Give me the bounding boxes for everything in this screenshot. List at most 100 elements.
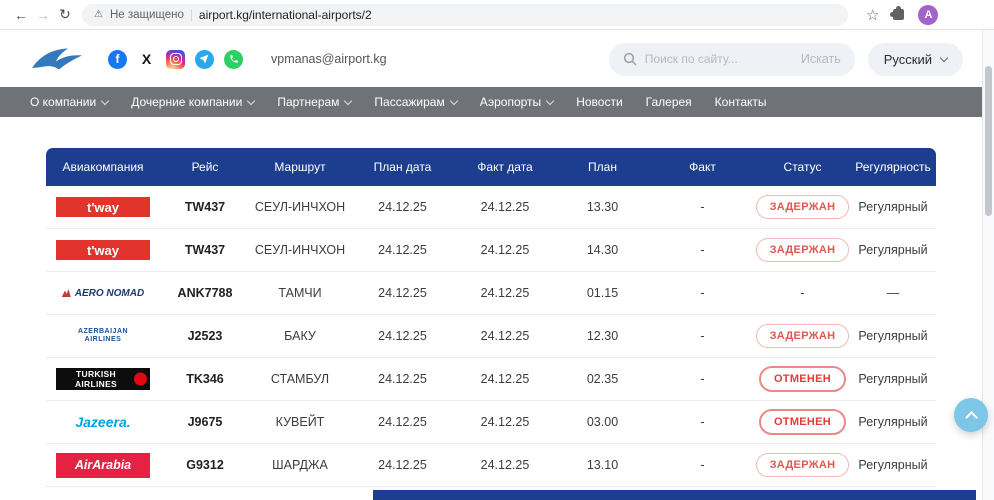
- fact-date: 24.12.25: [455, 415, 555, 429]
- plan-time: 01.15: [555, 286, 650, 300]
- language-selector[interactable]: Русский: [868, 43, 963, 76]
- search-icon: [623, 52, 637, 66]
- nav-label: Контакты: [715, 95, 767, 109]
- security-label: Не защищено: [110, 9, 184, 21]
- plan-date: 24.12.25: [350, 329, 455, 343]
- flight-number: TW437: [160, 243, 250, 257]
- flight-table-body: t'way TW437 СЕУЛ-ИНЧХОН 24.12.25 24.12.2…: [46, 186, 936, 487]
- instagram-icon[interactable]: [166, 50, 185, 69]
- page-url: airport.kg/international-airports/2: [199, 8, 372, 22]
- airline-name: AirArabia: [75, 458, 131, 472]
- nav-item-passengers[interactable]: Пассажирам: [374, 95, 456, 109]
- plan-date: 24.12.25: [350, 286, 455, 300]
- nav-label: Пассажирам: [374, 95, 444, 109]
- status-badge: ОТМЕНЕН: [759, 409, 846, 435]
- status-cell: ЗАДЕРЖАН: [755, 238, 850, 262]
- back-arrow-icon[interactable]: ←: [10, 4, 32, 26]
- airline-name: TURKISH AIRLINES: [56, 369, 136, 389]
- route: БАКУ: [250, 329, 350, 343]
- status-cell: ЗАДЕРЖАН: [755, 195, 850, 219]
- status-cell: ОТМЕНЕН: [755, 366, 850, 392]
- forward-arrow-icon[interactable]: →: [32, 4, 54, 26]
- plan-time: 13.30: [555, 200, 650, 214]
- whatsapp-icon[interactable]: [224, 50, 243, 69]
- airline-logo: TURKISH AIRLINES: [56, 368, 150, 390]
- search-input[interactable]: [645, 52, 793, 66]
- column-header-regularity: Регулярность: [850, 160, 936, 174]
- column-header-airline: Авиакомпания: [46, 160, 160, 174]
- facebook-icon[interactable]: f: [108, 50, 127, 69]
- flight-schedule-table: Авиакомпания Рейс Маршрут План дата Факт…: [46, 148, 936, 487]
- regularity: Регулярный: [850, 415, 936, 429]
- nav-item-news[interactable]: Новости: [576, 95, 622, 109]
- fact-date: 24.12.25: [455, 243, 555, 257]
- nav-item-subsidiaries[interactable]: Дочерние компании: [131, 95, 254, 109]
- airport-logo-bird-icon[interactable]: [30, 45, 84, 73]
- column-header-status: Статус: [755, 160, 850, 174]
- fact-date: 24.12.25: [455, 372, 555, 386]
- fact-time: -: [650, 243, 755, 257]
- status-badge: ОТМЕНЕН: [759, 366, 846, 392]
- flight-row: Azerbaijan Airlines J2523 БАКУ 24.12.25 …: [46, 315, 936, 358]
- plan-date: 24.12.25: [350, 458, 455, 472]
- social-icons: f X: [108, 50, 243, 69]
- status-badge: ЗАДЕРЖАН: [756, 453, 850, 477]
- fact-time: -: [650, 415, 755, 429]
- phone-icon: [229, 54, 239, 64]
- reload-icon[interactable]: ↻: [54, 4, 76, 26]
- nav-item-contacts[interactable]: Контакты: [715, 95, 767, 109]
- column-header-fact-time: Факт: [650, 160, 755, 174]
- regularity: —: [850, 286, 936, 300]
- nav-label: Партнерам: [277, 95, 339, 109]
- status-badge: ЗАДЕРЖАН: [756, 195, 850, 219]
- flight-row: TURKISH AIRLINES TK346 СТАМБУЛ 24.12.25 …: [46, 358, 936, 401]
- chevron-down-icon: [101, 97, 109, 105]
- bookmark-star-icon[interactable]: ☆: [866, 6, 879, 24]
- column-header-route: Маршрут: [250, 160, 350, 174]
- airline-logo: AirArabia: [56, 453, 150, 478]
- nav-item-airports[interactable]: Аэропорты: [480, 95, 553, 109]
- nav-item-about[interactable]: О компании: [30, 95, 108, 109]
- scrollbar-thumb[interactable]: [985, 66, 992, 216]
- flight-number: J2523: [160, 329, 250, 343]
- extensions-puzzle-icon[interactable]: [893, 9, 904, 20]
- nav-label: Новости: [576, 95, 622, 109]
- telegram-icon[interactable]: [195, 50, 214, 69]
- status-cell: -: [755, 286, 850, 300]
- flight-row: AirArabia G9312 ШАРДЖА 24.12.25 24.12.25…: [46, 444, 936, 487]
- browser-profile-avatar[interactable]: A: [918, 5, 938, 25]
- paper-plane-icon: [200, 55, 209, 64]
- column-header-fact-date: Факт дата: [455, 160, 555, 174]
- status-badge: -: [800, 286, 804, 300]
- airline-cell: TURKISH AIRLINES: [46, 368, 160, 390]
- plan-time: 13.10: [555, 458, 650, 472]
- nav-item-partners[interactable]: Партнерам: [277, 95, 351, 109]
- airline-logo: Azerbaijan Airlines: [67, 328, 139, 345]
- plan-time: 02.35: [555, 372, 650, 386]
- regularity: Регулярный: [850, 372, 936, 386]
- route: КУВЕЙТ: [250, 415, 350, 429]
- column-header-flight: Рейс: [160, 160, 250, 174]
- route: СТАМБУЛ: [250, 372, 350, 386]
- airline-cell: Azerbaijan Airlines: [46, 328, 160, 345]
- airline-cell: AirArabia: [46, 453, 160, 478]
- browser-scrollbar[interactable]: [982, 30, 994, 500]
- airline-cell: AERO NOMAD: [46, 288, 160, 299]
- scroll-to-top-button[interactable]: [954, 398, 988, 432]
- flight-number: TK346: [160, 372, 250, 386]
- address-bar[interactable]: ⚠ Не защищено airport.kg/international-a…: [82, 4, 848, 26]
- fact-time: -: [650, 458, 755, 472]
- airline-logo: AERO NOMAD: [62, 288, 144, 299]
- airline-name: t'way: [87, 200, 119, 215]
- status-cell: ЗАДЕРЖАН: [755, 324, 850, 348]
- route: СЕУЛ-ИНЧХОН: [250, 243, 350, 257]
- nav-item-gallery[interactable]: Галерея: [646, 95, 692, 109]
- page-content: Авиакомпания Рейс Маршрут План дата Факт…: [0, 117, 982, 500]
- x-twitter-icon[interactable]: X: [137, 50, 156, 69]
- airline-logo: t'way: [56, 240, 150, 260]
- fact-time: -: [650, 200, 755, 214]
- contact-email[interactable]: vpmanas@airport.kg: [271, 52, 387, 66]
- not-secure-warning-icon: ⚠: [94, 9, 103, 20]
- flight-number: J9675: [160, 415, 250, 429]
- search-button[interactable]: Искать: [801, 52, 841, 66]
